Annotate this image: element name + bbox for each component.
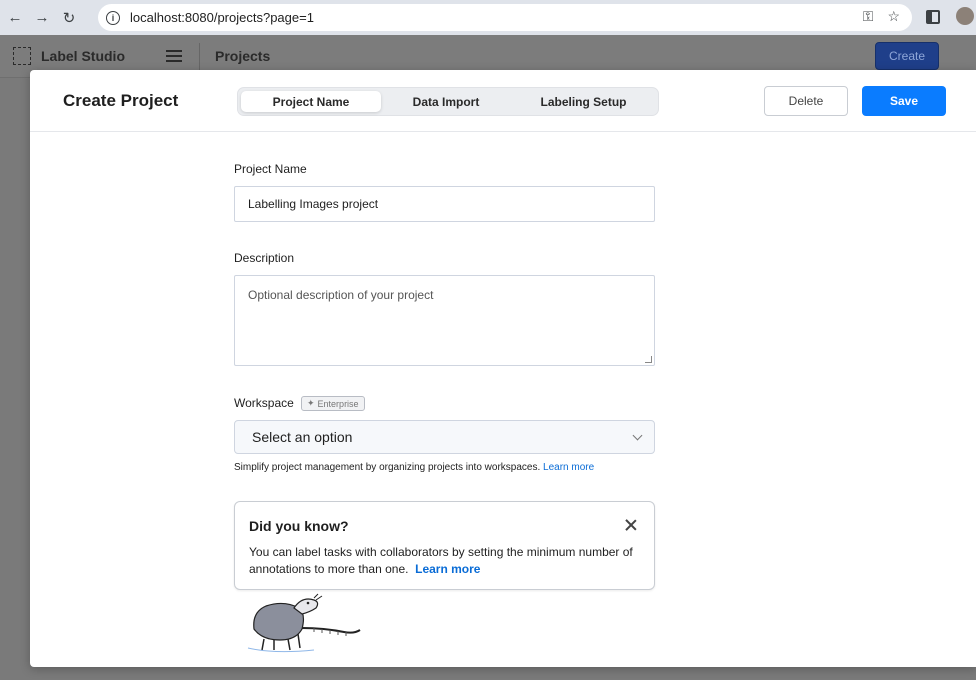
did-you-know-card: Did you know? You can label tasks with c… — [234, 501, 655, 590]
project-name-input[interactable]: Labelling Images project — [234, 186, 655, 222]
tip-title: Did you know? — [249, 518, 349, 534]
bookmark-star-icon[interactable]: ☆ — [887, 8, 900, 25]
label-studio-logo-icon — [13, 47, 31, 65]
workspace-select[interactable]: Select an option — [234, 420, 655, 454]
workspace-label: Workspace — [234, 396, 294, 410]
header-divider — [199, 43, 200, 70]
tip-learn-more-link[interactable]: Learn more — [415, 562, 480, 576]
tab-data-import[interactable]: Data Import — [381, 91, 511, 112]
browser-toolbar: ← → ↻ i localhost:8080/projects?page=1 ⚿… — [0, 0, 976, 35]
url-text[interactable]: localhost:8080/projects?page=1 — [130, 10, 314, 25]
modal-title: Create Project — [63, 91, 179, 110]
reload-icon[interactable]: ↻ — [58, 7, 80, 29]
delete-button[interactable]: Delete — [764, 86, 848, 116]
opossum-illustration — [247, 593, 361, 653]
workspace-helper-text: Simplify project management by organizin… — [234, 462, 594, 473]
step-tabs: Project Name Data Import Labeling Setup — [237, 87, 659, 116]
enterprise-badge: ✦ Enterprise — [301, 396, 365, 411]
workspace-select-value: Select an option — [252, 429, 353, 445]
menu-icon[interactable] — [166, 50, 182, 62]
resize-handle-icon[interactable] — [645, 356, 652, 363]
close-icon[interactable] — [624, 518, 638, 532]
save-button[interactable]: Save — [862, 86, 946, 116]
side-panel-icon[interactable] — [926, 10, 940, 24]
create-project-button[interactable]: Create — [875, 42, 939, 70]
page-title: Projects — [215, 48, 271, 64]
description-label: Description — [234, 251, 295, 265]
chevron-down-icon — [632, 430, 643, 441]
tab-project-name[interactable]: Project Name — [241, 91, 381, 112]
description-textarea[interactable]: Optional description of your project — [234, 275, 655, 366]
enterprise-badge-label: Enterprise — [317, 398, 359, 409]
tip-body: You can label tasks with collaborators b… — [249, 544, 644, 578]
profile-avatar[interactable] — [956, 7, 974, 25]
password-key-icon[interactable]: ⚿ — [863, 8, 874, 25]
back-icon[interactable]: ← — [4, 7, 26, 29]
description-placeholder: Optional description of your project — [248, 288, 434, 302]
modal-header: Create Project Project Name Data Import … — [30, 70, 976, 132]
workspace-learn-more-link[interactable]: Learn more — [543, 462, 594, 473]
tab-labeling-setup[interactable]: Labeling Setup — [511, 91, 656, 112]
project-name-label: Project Name — [234, 162, 307, 176]
forward-icon[interactable]: → — [31, 7, 53, 29]
address-bar[interactable]: i localhost:8080/projects?page=1 ⚿ ☆ — [98, 4, 912, 31]
sparkle-icon: ✦ — [307, 398, 315, 408]
site-info-icon[interactable]: i — [106, 10, 120, 25]
app-name: Label Studio — [41, 48, 125, 64]
create-project-modal: Create Project Project Name Data Import … — [30, 70, 976, 667]
helper-text-body: Simplify project management by organizin… — [234, 462, 541, 473]
